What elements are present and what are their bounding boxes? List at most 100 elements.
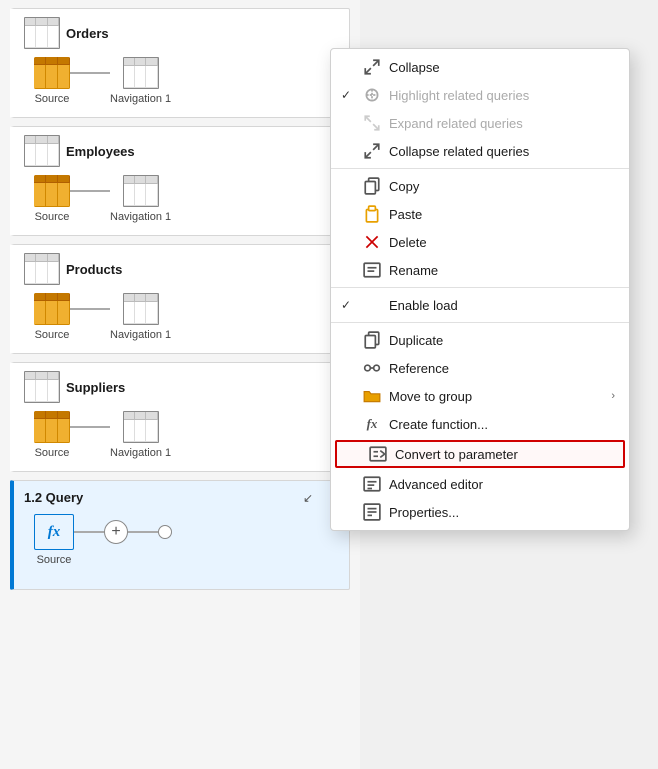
node-nav-orders: Navigation 1 xyxy=(110,57,171,105)
query-header-query12: 1.2 Query ↙ ⋮ xyxy=(24,489,339,506)
node-nav-employees: Navigation 1 xyxy=(110,175,171,223)
query-title-products: Products xyxy=(66,262,122,277)
arrow-icon-movetogroup: › xyxy=(611,390,615,402)
menu-label-movetogroup: Move to group xyxy=(389,389,603,404)
menu-item-rename[interactable]: Rename xyxy=(331,256,629,284)
query-body-orders: Source Navigation 1 xyxy=(24,57,339,105)
menu-item-reference[interactable]: Reference xyxy=(331,354,629,382)
source-icon-employees xyxy=(34,175,70,207)
menu-item-convertparam[interactable]: Convert to parameter xyxy=(335,440,625,468)
query-body-suppliers: Source Navigation 1 xyxy=(24,411,339,459)
query-header-suppliers: Suppliers xyxy=(24,371,339,403)
delete-icon xyxy=(363,233,381,251)
connector-employees xyxy=(70,190,110,192)
query-header-employees: Employees xyxy=(24,135,339,167)
collapse-related-icon xyxy=(363,142,381,160)
nav-label-products: Navigation 1 xyxy=(110,329,171,341)
plus-icon-query12[interactable]: + xyxy=(104,520,128,544)
source-label-suppliers: Source xyxy=(35,447,70,459)
connector-products xyxy=(70,308,110,310)
menu-label-delete: Delete xyxy=(389,235,615,250)
menu-label-convertparam: Convert to parameter xyxy=(395,447,613,462)
folder-icon xyxy=(363,387,381,405)
menu-item-movetogroup[interactable]: Move to group › xyxy=(331,382,629,410)
nav-label-suppliers: Navigation 1 xyxy=(110,447,171,459)
source-icon-products xyxy=(34,293,70,325)
menu-sep-1 xyxy=(331,168,629,169)
nav-label-employees: Navigation 1 xyxy=(110,211,171,223)
query-header-products: Products xyxy=(24,253,339,285)
query-item-orders[interactable]: Orders Source Navigation 1 xyxy=(10,8,350,118)
node-source-query12: fx Source xyxy=(34,514,74,566)
paste-icon xyxy=(363,205,381,223)
nav-icon-suppliers xyxy=(123,411,159,443)
menu-label-collapse: Collapse xyxy=(389,60,615,75)
connector-suppliers xyxy=(70,426,110,428)
node-source-suppliers: Source xyxy=(34,411,70,459)
menu-item-enableload[interactable]: ✓ Enable load xyxy=(331,291,629,319)
query-title-query12: 1.2 Query xyxy=(24,490,83,505)
node-nav-products: Navigation 1 xyxy=(110,293,171,341)
menu-label-enableload: Enable load xyxy=(389,298,615,313)
menu-item-highlight[interactable]: ✓ Highlight related queries xyxy=(331,81,629,109)
menu-label-expand: Expand related queries xyxy=(389,116,615,131)
node-nav-suppliers: Navigation 1 xyxy=(110,411,171,459)
menu-item-createfunction[interactable]: fx Create function... xyxy=(331,410,629,438)
source-icon-orders xyxy=(34,57,70,89)
menu-label-collapse-related: Collapse related queries xyxy=(389,144,615,159)
source-label-query12: Source xyxy=(37,554,72,566)
check-enableload: ✓ xyxy=(341,298,355,312)
source-label-employees: Source xyxy=(35,211,70,223)
menu-item-paste[interactable]: Paste xyxy=(331,200,629,228)
connector-orders xyxy=(70,72,110,74)
table-icon-employees xyxy=(24,135,60,167)
menu-sep-3 xyxy=(331,322,629,323)
menu-item-duplicate[interactable]: Duplicate xyxy=(331,326,629,354)
query-item-employees[interactable]: Employees Source Navigation 1 xyxy=(10,126,350,236)
collapse-icon xyxy=(363,58,381,76)
table-icon-suppliers xyxy=(24,371,60,403)
menu-label-properties: Properties... xyxy=(389,505,615,520)
connector2-query12 xyxy=(128,531,158,533)
table-icon-products xyxy=(24,253,60,285)
fx-icon-query12: fx xyxy=(34,514,74,550)
query-item-products[interactable]: Products Source Navigation 1 xyxy=(10,244,350,354)
nav-icon-employees xyxy=(123,175,159,207)
menu-item-delete[interactable]: Delete xyxy=(331,228,629,256)
menu-item-properties[interactable]: Properties... xyxy=(331,498,629,526)
enableload-icon xyxy=(363,296,381,314)
editor-icon xyxy=(363,475,381,493)
query-item-suppliers[interactable]: Suppliers Source Navigation 1 xyxy=(10,362,350,472)
source-label-orders: Source xyxy=(35,93,70,105)
query-body-query12: fx Source + xyxy=(24,514,339,566)
fx-menu-icon: fx xyxy=(363,415,381,433)
context-menu: Collapse ✓ Highlight related queries Exp… xyxy=(330,48,630,531)
properties-icon xyxy=(363,503,381,521)
query-title-orders: Orders xyxy=(66,26,109,41)
menu-label-duplicate: Duplicate xyxy=(389,333,615,348)
convert-icon xyxy=(369,445,387,463)
source-label-products: Source xyxy=(35,329,70,341)
menu-item-expand: Expand related queries xyxy=(331,109,629,137)
circle-icon-query12 xyxy=(158,525,172,539)
reference-icon xyxy=(363,359,381,377)
query-item-query12[interactable]: 1.2 Query ↙ ⋮ fx Source + xyxy=(10,480,350,590)
menu-label-copy: Copy xyxy=(389,179,615,194)
table-icon-orders xyxy=(24,17,60,49)
menu-item-collapse[interactable]: Collapse xyxy=(331,53,629,81)
duplicate-icon xyxy=(363,331,381,349)
menu-label-highlight: Highlight related queries xyxy=(389,88,615,103)
menu-item-copy[interactable]: Copy xyxy=(331,172,629,200)
highlight-icon xyxy=(363,86,381,104)
expand-icon xyxy=(363,114,381,132)
query-panel: Orders Source Navigation 1 xyxy=(0,0,360,769)
menu-item-advancededitor[interactable]: Advanced editor xyxy=(331,470,629,498)
menu-item-collapse-related[interactable]: Collapse related queries xyxy=(331,137,629,165)
query-body-employees: Source Navigation 1 xyxy=(24,175,339,223)
query-title-suppliers: Suppliers xyxy=(66,380,125,395)
node-source-products: Source xyxy=(34,293,70,341)
collapse-icon-query12[interactable]: ↙ xyxy=(303,491,313,505)
menu-label-rename: Rename xyxy=(389,263,615,278)
menu-label-reference: Reference xyxy=(389,361,615,376)
nav-icon-orders xyxy=(123,57,159,89)
